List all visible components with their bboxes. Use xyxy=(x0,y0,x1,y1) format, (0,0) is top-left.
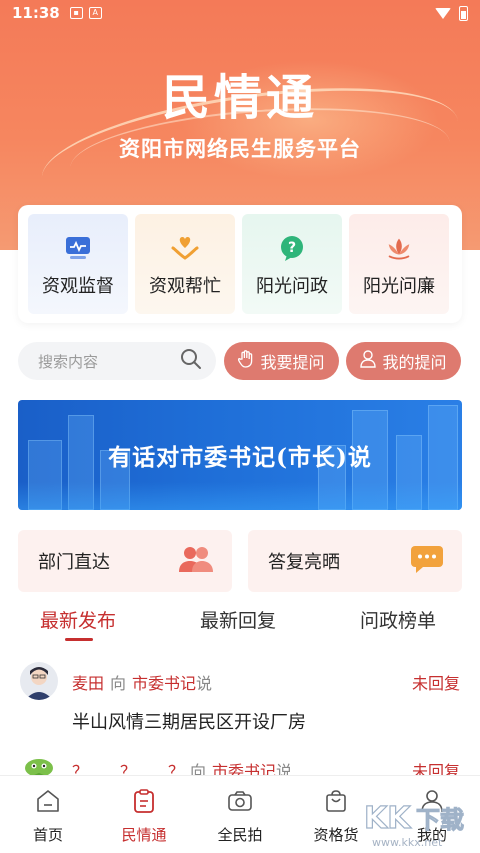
svg-text:?: ? xyxy=(288,240,296,256)
post-content[interactable]: 半山风情三期居民区开设厂房 xyxy=(72,708,306,734)
service-yang-guang-wen-lian[interactable]: 阳光问廉 xyxy=(349,214,449,314)
app-subtitle: 资阳市网络民生服务平台 xyxy=(119,136,361,161)
avatar xyxy=(20,662,58,700)
post-author[interactable]: 麦田 xyxy=(72,670,104,694)
my-questions-button[interactable]: 我的提问 xyxy=(346,342,461,380)
tab-latest-replies[interactable]: 最新回复 xyxy=(200,606,276,633)
hand-icon xyxy=(238,350,254,372)
reply-showcase-button[interactable]: 答复亮晒 xyxy=(248,530,462,592)
shopping-bag-icon xyxy=(323,788,349,818)
kkx-watermark: KK 下载 www.kkx.net xyxy=(360,800,478,850)
lotus-icon xyxy=(384,234,414,262)
tab-latest-posts[interactable]: 最新发布 xyxy=(40,606,116,633)
nav-min-qing-tong[interactable]: 民情通 xyxy=(104,788,184,845)
nav-home[interactable]: 首页 xyxy=(8,788,88,845)
ask-question-label: 我要提问 xyxy=(260,353,325,372)
my-questions-label: 我的提问 xyxy=(382,353,447,372)
question-bubble-icon: ? xyxy=(277,234,307,262)
nav-label: 全民拍 xyxy=(217,826,263,844)
secretary-banner[interactable]: 有话对市委书记(市长)说 xyxy=(18,400,462,510)
heart-hands-icon xyxy=(170,234,200,262)
nav-label: 资格货 xyxy=(313,826,359,844)
search-input[interactable]: 搜索内容 xyxy=(18,342,216,380)
service-label: 阳光问廉 xyxy=(363,276,435,297)
banner-light-floor xyxy=(18,482,462,510)
service-zi-guan-jian-du[interactable]: 资观监督 xyxy=(28,214,128,314)
user-icon xyxy=(360,350,377,372)
service-label: 阳光问政 xyxy=(256,276,328,297)
quick-link-label: 答复亮晒 xyxy=(268,552,340,573)
banner-text: 有话对市委书记(市长)说 xyxy=(108,444,372,471)
image-notification-icon: ▪ xyxy=(69,7,83,19)
tab-ranking[interactable]: 问政榜单 xyxy=(360,606,436,633)
chat-dots-icon xyxy=(410,544,444,578)
nav-label: 民情通 xyxy=(121,826,167,844)
battery-icon xyxy=(459,5,468,21)
status-badge: 未回复 xyxy=(411,674,460,693)
status-time: 11:38 xyxy=(12,4,60,22)
post-said: 说 xyxy=(196,674,213,693)
wifi-icon xyxy=(435,7,451,19)
nav-label: 首页 xyxy=(32,826,63,844)
camera-icon xyxy=(227,788,253,818)
clipboard-icon xyxy=(131,788,157,818)
watermark-url: www.kkx.net xyxy=(372,836,443,849)
service-zi-guan-bang-mang[interactable]: 资观帮忙 xyxy=(135,214,235,314)
content-tabs: 最新发布 最新回复 问政榜单 xyxy=(0,600,480,644)
service-label: 资观帮忙 xyxy=(149,276,221,297)
nav-quan-min-pai[interactable]: 全民拍 xyxy=(200,788,280,845)
post-target: 市委书记 xyxy=(132,674,197,693)
department-direct-button[interactable]: 部门直达 xyxy=(18,530,232,592)
ask-question-button[interactable]: 我要提问 xyxy=(224,342,339,380)
app-title: 民情通 xyxy=(161,70,318,126)
service-yang-guang-wen-zheng[interactable]: ? 阳光问政 xyxy=(242,214,342,314)
svg-text:KK: KK xyxy=(364,801,412,836)
svg-text:下载: 下载 xyxy=(416,806,464,834)
quick-link-label: 部门直达 xyxy=(38,552,110,573)
post-meta: 麦田 向 市委书记 说 xyxy=(72,670,212,694)
service-label: 资观监督 xyxy=(42,276,114,297)
people-icon xyxy=(178,544,214,578)
post-verb: 向 xyxy=(110,674,127,693)
services-card: 资观监督 资观帮忙 ? 阳光问政 阳光问廉 xyxy=(18,205,462,323)
a-notification-icon: A xyxy=(88,7,102,19)
search-icon[interactable] xyxy=(180,348,202,374)
active-tab-indicator xyxy=(65,638,93,641)
monitor-wave-icon xyxy=(63,234,93,262)
kkx-logo-icon: KK 下载 xyxy=(363,800,464,836)
search-placeholder: 搜索内容 xyxy=(38,352,99,371)
home-icon xyxy=(35,788,61,818)
status-bar: 11:38 ▪ A xyxy=(0,0,480,26)
